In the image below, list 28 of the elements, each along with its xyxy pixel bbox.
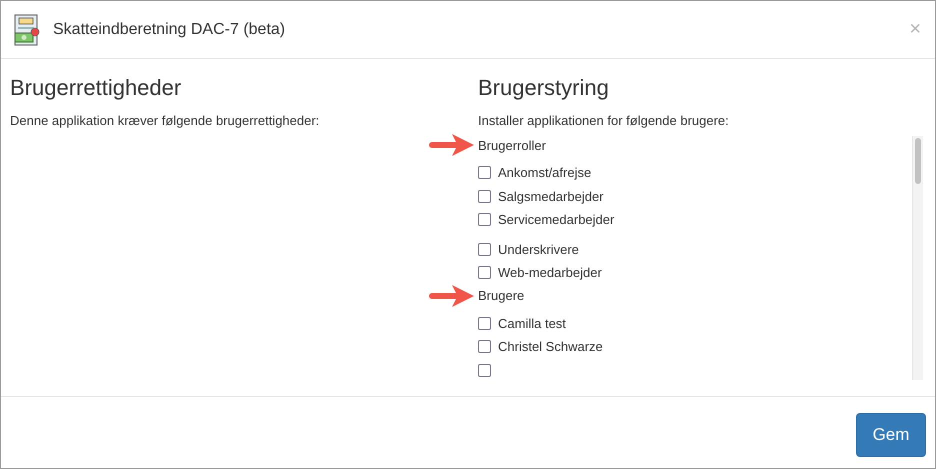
dialog-title: Skatteindberetning DAC-7 (beta) — [53, 20, 286, 38]
group-label: Brugerroller — [478, 138, 546, 152]
checkbox-label[interactable]: Salgsmedarbejder — [498, 188, 604, 204]
checkbox-label[interactable]: Ankomst/afrejse — [498, 165, 592, 180]
group-label: Brugere — [478, 288, 524, 303]
save-button[interactable]: Gem — [856, 412, 926, 456]
description-text: Denne applikation kræver følgende brugerrettigheder: — [10, 113, 320, 128]
arrow-icon — [428, 284, 476, 308]
checkbox[interactable] — [478, 242, 491, 256]
checkbox-label[interactable]: Underskrivere — [498, 242, 579, 257]
checkbox-label[interactable]: Camilla test — [498, 316, 566, 331]
scrollbar[interactable] — [912, 136, 923, 380]
checkbox[interactable] — [478, 364, 491, 377]
checkbox[interactable] — [478, 266, 491, 280]
checkbox[interactable] — [478, 213, 491, 226]
section-heading: Brugerrettigheder — [10, 75, 182, 101]
checkbox[interactable] — [478, 316, 491, 330]
scrollbar-thumb[interactable] — [915, 138, 921, 184]
checkbox-label[interactable]: Servicemedarbejder — [498, 212, 614, 228]
checkbox[interactable] — [478, 190, 491, 203]
checkbox[interactable] — [478, 166, 491, 180]
description-text: Installer applikationen for følgende brugere: — [478, 113, 730, 128]
arrow-icon — [428, 134, 476, 157]
tax-document-icon — [13, 14, 41, 46]
checkbox[interactable] — [478, 340, 491, 354]
checkbox-label[interactable]: Christel Schwarze — [498, 339, 603, 354]
section-heading: Brugerstyring — [478, 75, 610, 101]
checkbox-label[interactable]: Web-medarbejder — [498, 265, 602, 280]
